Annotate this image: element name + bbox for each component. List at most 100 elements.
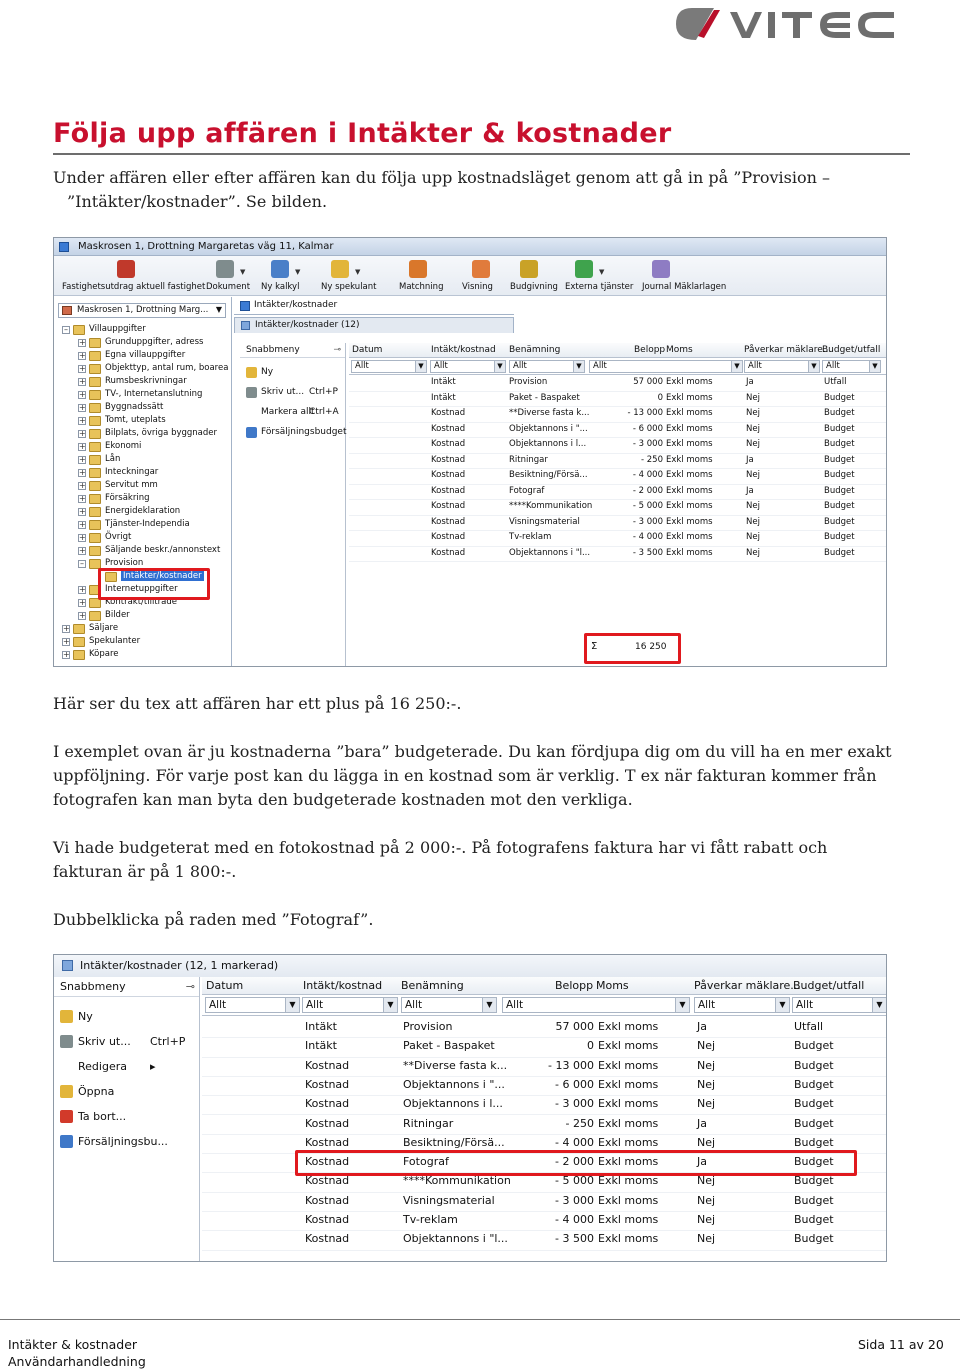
expand-icon[interactable]: + — [78, 352, 86, 360]
column-header[interactable]: Moms — [596, 979, 629, 992]
expand-icon[interactable]: + — [78, 599, 86, 607]
quick-menu-item[interactable]: Ny — [240, 365, 345, 381]
table-row[interactable]: Kostnad Objektannons i "... - 6 000 Exkl mo… — [202, 1077, 886, 1097]
expand-icon[interactable]: + — [78, 508, 86, 516]
tab-title: Intäkter/kostnader (12) — [255, 320, 360, 330]
collapse-icon[interactable]: – — [78, 560, 86, 568]
filter-dropdown[interactable]: Allt ▼ — [401, 997, 497, 1013]
column-header[interactable]: Belopp — [634, 345, 665, 355]
expand-icon[interactable]: + — [78, 378, 86, 386]
table-row[interactable]: Kostnad Ritningar - 250 Exkl moms Ja Budget — [202, 1116, 886, 1135]
filter-dropdown[interactable]: Allt ▼ — [589, 360, 743, 373]
chevron-down-icon[interactable]: ▼ — [295, 268, 300, 276]
expand-icon[interactable]: + — [62, 638, 70, 646]
column-header[interactable]: Påverkar mäklare... — [744, 345, 831, 355]
filter-dropdown[interactable]: Allt ▼ — [430, 360, 506, 373]
filter-dropdown[interactable]: Allt ▼ — [822, 360, 881, 373]
column-header[interactable]: Moms — [666, 345, 693, 355]
quick-menu-item[interactable]: Försäljningsbu... — [54, 1132, 199, 1152]
column-header[interactable]: Benämning — [509, 345, 560, 355]
expand-icon[interactable]: + — [78, 391, 86, 399]
column-header[interactable]: Budget/utfall — [793, 979, 864, 992]
expand-icon[interactable]: + — [78, 365, 86, 373]
expand-icon[interactable]: + — [78, 417, 86, 425]
expand-icon[interactable]: + — [78, 612, 86, 620]
expand-icon[interactable]: + — [78, 456, 86, 464]
table-row[interactable]: Kostnad Objektannons i "... - 6 000 Exkl mo… — [349, 423, 886, 438]
toolbar-button-4[interactable]: Matchning — [399, 258, 469, 294]
table-row[interactable]: Intäkt Paket - Baspaket 0 Exkl moms Nej Budge… — [202, 1038, 886, 1058]
quick-menu-item[interactable]: Ta bort... — [54, 1107, 199, 1127]
expand-icon[interactable]: + — [78, 521, 86, 529]
expand-icon[interactable]: + — [78, 469, 86, 477]
table-row[interactable]: Intäkt Paket - Baspaket 0 Exkl moms Nej Budge… — [349, 392, 886, 407]
table-row[interactable]: Intäkt Provision 57 000 Exkl moms Ja Utfall — [202, 1019, 886, 1039]
tab-intakter-kostnader[interactable]: Intäkter/kostnader (12) — [234, 317, 514, 333]
panel-icon — [240, 301, 250, 311]
quick-menu-item[interactable]: Ny — [54, 1007, 199, 1027]
filter-dropdown[interactable]: Allt ▼ — [694, 997, 790, 1013]
quick-menu-item[interactable]: Skriv ut... Ctrl+P — [54, 1032, 199, 1052]
column-header[interactable]: Benämning — [401, 979, 464, 992]
table-row[interactable]: Kostnad **Diverse fasta k... - 13 000 Exkl … — [202, 1058, 886, 1077]
expand-icon[interactable]: + — [78, 482, 86, 490]
table-row[interactable]: Kostnad Objektannons i l... - 3 000 Exkl mo… — [202, 1096, 886, 1116]
table-row[interactable]: Intäkt Provision 57 000 Exkl moms Ja Utfall — [349, 376, 886, 392]
budget-paragraph: Vi hade budgeterat med en fotokostnad på… — [53, 836, 903, 884]
table-row[interactable]: Kostnad Objektannons i "l... - 3 500 Exkl m… — [349, 547, 886, 562]
filter-dropdown[interactable]: Allt ▼ — [792, 997, 886, 1013]
quick-menu-item[interactable]: Skriv ut... Ctrl+P — [240, 385, 345, 401]
expand-icon[interactable]: + — [78, 534, 86, 542]
chevron-down-icon[interactable]: ▼ — [599, 268, 604, 276]
expand-icon[interactable]: + — [78, 547, 86, 555]
table-row[interactable]: Kostnad ****Kommunikation - 5 000 Exkl moms… — [202, 1173, 886, 1193]
expand-icon[interactable]: + — [78, 430, 86, 438]
quick-menu-item[interactable]: Öppna — [54, 1082, 199, 1102]
quick-menu-item[interactable]: Markera allt Ctrl+A — [240, 405, 345, 421]
column-header[interactable]: Påverkar mäklare... — [694, 979, 801, 992]
table-row[interactable]: Kostnad **Diverse fasta k... - 13 000 Exkl … — [349, 407, 886, 423]
pin-icon[interactable]: ⊸ — [186, 980, 195, 993]
table-row[interactable]: Kostnad Tv-reklam - 4 000 Exkl moms Nej Budge… — [349, 531, 886, 547]
quick-menu-item[interactable]: Redigera ▸ — [54, 1057, 199, 1077]
filter-dropdown[interactable]: Allt ▼ — [744, 360, 820, 373]
chevron-down-icon[interactable]: ▼ — [240, 268, 245, 276]
filter-dropdown[interactable]: Allt ▼ — [205, 997, 300, 1013]
table-row[interactable]: Kostnad ****Kommunikation - 5 000 Exkl moms… — [349, 500, 886, 516]
filter-dropdown[interactable]: Allt ▼ — [302, 997, 398, 1013]
quick-menu-item[interactable]: Försäljningsbudget — [240, 425, 347, 441]
property-selector[interactable]: Maskrosen 1, Drottning Marg... ▼ — [58, 303, 226, 318]
filter-dropdown[interactable]: Allt ▼ — [502, 997, 690, 1013]
table-row[interactable]: Kostnad Tv-reklam - 4 000 Exkl moms Nej Budge… — [202, 1212, 886, 1232]
filter-dropdown[interactable]: Allt ▼ — [509, 360, 585, 373]
table-row[interactable]: Kostnad Visningsmaterial - 3 000 Exkl moms N… — [202, 1193, 886, 1212]
expand-icon[interactable]: + — [78, 339, 86, 347]
column-header[interactable]: Belopp — [555, 979, 593, 992]
toolbar-button-3[interactable]: Ny spekulant ▼ — [321, 258, 391, 294]
expand-icon[interactable]: + — [78, 495, 86, 503]
filter-dropdown[interactable]: Allt ▼ — [351, 360, 427, 373]
toolbar-button-0[interactable]: Fastighetsutdrag aktuell fastighet — [62, 258, 205, 294]
expand-icon[interactable]: + — [62, 651, 70, 659]
expand-icon[interactable]: + — [78, 404, 86, 412]
toolbar-button-7[interactable]: Externa tjänster ▼ — [565, 258, 635, 294]
column-header[interactable]: Datum — [206, 979, 243, 992]
column-header[interactable]: Budget/utfall — [822, 345, 880, 355]
pin-icon[interactable]: ⊸ — [333, 345, 341, 355]
column-header[interactable]: Intäkt/kostnad — [431, 345, 496, 355]
table-row[interactable]: Kostnad Objektannons i l... - 3 000 Exkl mo… — [349, 438, 886, 454]
column-header[interactable]: Intäkt/kostnad — [303, 979, 382, 992]
chevron-down-icon[interactable]: ▼ — [355, 268, 360, 276]
table-row[interactable]: Kostnad Ritningar - 250 Exkl moms Ja Budget — [349, 454, 886, 469]
table-row[interactable]: Kostnad Visningsmaterial - 3 000 Exkl moms N… — [349, 516, 886, 531]
expand-icon[interactable]: + — [78, 443, 86, 451]
table-row[interactable]: Kostnad Fotograf - 2 000 Exkl moms Ja Budget — [349, 485, 886, 500]
tab-intakter-kostnader[interactable]: Intäkter/kostnader (12, 1 markerad) — [54, 955, 886, 977]
table-row[interactable]: Kostnad Objektannons i "l... - 3 500 Exkl m… — [202, 1231, 886, 1251]
expand-icon[interactable]: + — [78, 586, 86, 594]
toolbar-button-8[interactable]: Journal Mäklarlagen — [642, 258, 726, 294]
column-header[interactable]: Datum — [352, 345, 382, 355]
table-row[interactable]: Kostnad Besiktning/Försä... - 4 000 Exkl mo… — [349, 469, 886, 485]
collapse-icon[interactable]: – — [62, 326, 70, 334]
expand-icon[interactable]: + — [62, 625, 70, 633]
